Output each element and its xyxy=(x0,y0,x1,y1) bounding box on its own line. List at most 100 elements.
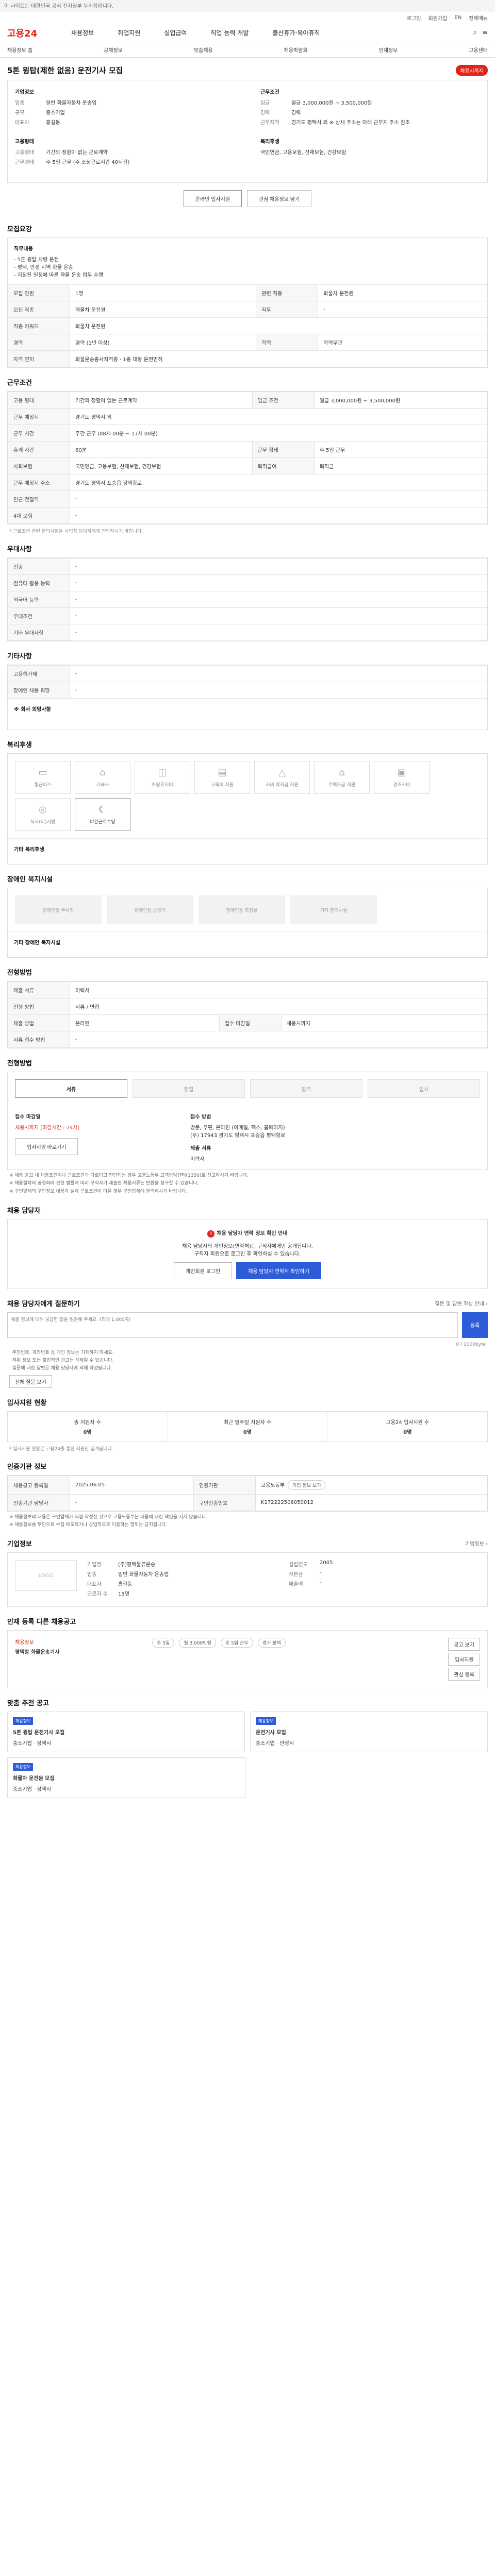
summary-kv: 임금 월급 3,000,000원 ~ 3,500,000원 xyxy=(260,98,477,106)
qa-bullet: · 질문에 대한 답변은 채용 담당자에 의해 작성됩니다. xyxy=(9,1366,112,1371)
table-key: 임금 조건 xyxy=(252,392,315,409)
similar-card[interactable]: 채용정보 운전기사 모집 중소기업 · 안성시 xyxy=(250,1711,488,1753)
table-row: 모집 인원 1명 관련 직종 화물차 운전원 xyxy=(8,284,487,301)
stats-note: * 입사지원 현황은 고용24를 통한 지원만 집계됩니다. xyxy=(9,1446,113,1452)
table-key: 채용공고 등록일 xyxy=(8,1475,70,1495)
site-logo[interactable]: 고용24 xyxy=(7,26,69,40)
step-pass: 합격 xyxy=(250,1079,362,1098)
nav-unemployment-benefit[interactable]: 실업급여 xyxy=(162,28,189,37)
welfare-label: 식사(비)지원 xyxy=(30,820,56,825)
contact-reveal-button[interactable]: 채용 담당자 연락처 확인하기 xyxy=(236,1262,321,1279)
scrap-button[interactable]: 관심 채용정보 담기 xyxy=(247,190,312,207)
other-job-main[interactable]: 채용정보 평택항 화물운송기사 xyxy=(15,1638,139,1681)
table-key: 직종 키워드 xyxy=(8,317,70,334)
contact-warn-row: ! 채용 담당자 연락 정보 확인 안내 xyxy=(17,1229,478,1238)
summary-kv: 근무지역 경기도 평택시 외 ※ 상세 주소는 아래 근무지 주소 참조 xyxy=(260,118,477,126)
section-title-registration: 인증기관 정보 xyxy=(7,1463,47,1471)
qa-counter: 0 / 1000byte xyxy=(456,1342,486,1347)
table-value: 경력 (1년 이상) xyxy=(69,334,257,351)
stat-value: 0명 xyxy=(243,1429,252,1435)
apply-deadline-block: 접수 마감일 채용시까지 (마감시간 : 24시) 입사지원 바로가기 xyxy=(15,1112,170,1162)
subnav-center[interactable]: 고용센터 xyxy=(469,46,488,54)
table-key: 근무 시간 xyxy=(8,425,70,442)
job-duty-block: 직무내용 - 5톤 윙탑 차량 운전 - 평택, 안성 지역 화물 운송 - 지… xyxy=(8,238,487,284)
summary-conditions-title: 근무조건 xyxy=(260,90,279,95)
subnav-home[interactable]: 채용정보 홈 xyxy=(7,46,32,54)
table-key: 제출 방법 xyxy=(8,1014,70,1031)
company-value: 홍길동 xyxy=(118,1582,133,1588)
nav-parental-leave[interactable]: 출산휴가·육아휴직 xyxy=(270,28,322,37)
apply-shortcut-button[interactable]: 입사지원 바로가기 xyxy=(15,1138,78,1155)
qa-guide-link[interactable]: 질문 및 답변 작성 안내 › xyxy=(435,1299,488,1307)
nav-jobs[interactable]: 채용정보 xyxy=(69,28,96,37)
company-key: 매출액 xyxy=(289,1582,303,1588)
table-row: 고용허가제 - xyxy=(8,665,487,682)
table-row: 컴퓨터 활용 능력 - xyxy=(8,574,487,591)
stat-label: 고용24 입사지원 수 xyxy=(386,1419,430,1426)
search-icon[interactable]: ⌕ xyxy=(473,29,477,37)
table-key: 전공 xyxy=(8,558,70,575)
summary-kv: 경력 경력 xyxy=(260,108,477,116)
summary-key: 업종 xyxy=(15,100,25,106)
other-job-view-button[interactable]: 공고 보기 xyxy=(448,1638,480,1651)
table-value: 온라인 xyxy=(70,1014,220,1031)
table-key: 경력 xyxy=(8,334,70,351)
company-info-button[interactable]: 기업 정보 보기 xyxy=(288,1480,326,1490)
subnav-talent[interactable]: 인재정보 xyxy=(378,46,398,54)
disability-other-title: 기타 장애인 복지시설 xyxy=(14,940,60,946)
table-row: 제출 서류 이력서 xyxy=(8,981,487,998)
nav-employment-support[interactable]: 취업지원 xyxy=(116,28,142,37)
company-kv: 매출액 - xyxy=(289,1580,480,1587)
company-more-link[interactable]: 기업정보 › xyxy=(465,1539,488,1547)
welfare-box: ▭ 통근버스 ⌂ 기숙사 ◫ 차량유지비 ▤ 교육비 지원 △ 자녀 학자금 지원 ⌂ 주택… xyxy=(7,753,488,865)
pref-table: 전공 - 컴퓨터 활용 능력 - 외국어 능력 - 우대조건 - 기타 우대사항 - xyxy=(8,558,487,641)
qa-all-button[interactable]: 전체 질문 보기 xyxy=(9,1375,52,1388)
subnav-custom[interactable]: 맞춤채용 xyxy=(194,46,213,54)
similar-card[interactable]: 채용정보 화물차 운전원 모집 중소기업 · 평택시 xyxy=(7,1757,245,1799)
subnav-fair[interactable]: 채용박람회 xyxy=(284,46,308,54)
welfare-item: ⌂ 기숙사 xyxy=(75,761,130,794)
table-row: 근무 시간 주간 근무 (08시 00분 ~ 17시 00분) xyxy=(8,425,487,442)
company-value: 15명 xyxy=(118,1591,129,1598)
qa-bullet: · 허위 정보 또는 불법적인 광고는 삭제될 수 있습니다. xyxy=(9,1358,114,1364)
similar-cards-row2: 채용정보 화물차 운전원 모집 중소기업 · 평택시 xyxy=(7,1757,488,1799)
similar-card-company: 중소기업 · 평택시 xyxy=(13,1741,51,1747)
section-title-disability: 장애인 복지시설 xyxy=(7,876,53,884)
summary-company-title: 기업정보 xyxy=(15,90,34,95)
subnav-public[interactable]: 공채정보 xyxy=(104,46,123,54)
welfare-item: ▭ 통근버스 xyxy=(15,761,71,794)
company-value: - xyxy=(320,1580,322,1586)
bus-icon: ▭ xyxy=(38,767,47,778)
util-link-language[interactable]: EN xyxy=(454,15,461,21)
table-value: 퇴직금 xyxy=(314,457,488,474)
stat-item: 총 지원자 수 0명 xyxy=(8,1411,168,1442)
menu-icon[interactable]: ≡ xyxy=(482,29,488,37)
section-title-selection: 전형방법 xyxy=(7,969,32,977)
etc-box: 고용허가제 - 장애인 채용 희망 - ※ 회사 희망사항 xyxy=(7,665,488,730)
other-job-apply-button[interactable]: 입사지원 xyxy=(448,1653,480,1666)
similar-card-empty xyxy=(251,1757,488,1798)
member-login-button[interactable]: 개인회원 로그인 xyxy=(174,1262,233,1279)
disability-other: 기타 장애인 복지시설 xyxy=(8,931,487,957)
table-value: - xyxy=(70,682,487,699)
nav-vocational-training[interactable]: 직업 능력 개발 xyxy=(209,28,251,37)
util-link-signup[interactable]: 회원가입 xyxy=(428,14,448,22)
apply-online-button[interactable]: 온라인 입사지원 xyxy=(183,190,242,207)
qa-textarea[interactable] xyxy=(7,1312,458,1338)
table-value: 월급 3,000,000원 ~ 3,500,000원 xyxy=(314,392,488,409)
recruit-table: 모집 인원 1명 관련 직종 화물차 운전원 모집 직종 화물차 운전원 직무 - 직종 키… xyxy=(8,284,487,367)
similar-card-tag: 채용정보 xyxy=(13,1717,34,1725)
stat-value: 0명 xyxy=(83,1429,92,1435)
qa-send-button[interactable]: 등록 xyxy=(462,1312,488,1338)
table-key: 4대 보험 xyxy=(8,507,70,524)
stat-label: 총 지원자 수 xyxy=(74,1419,101,1426)
util-link-all-menu[interactable]: 전체메뉴 xyxy=(469,14,488,22)
table-row: 고용 형태 기간의 정함이 없는 근로계약 임금 조건 월급 3,000,000원 ~… xyxy=(8,392,488,409)
similar-card[interactable]: 채용정보 5톤 윙탑 운전기사 모집 중소기업 · 평택시 xyxy=(7,1711,245,1753)
other-job-scrap-button[interactable]: 관심 등록 xyxy=(448,1668,480,1681)
table-row: 전형 방법 서류 / 면접 xyxy=(8,998,487,1015)
util-link-login[interactable]: 로그인 xyxy=(407,14,421,22)
summary-value: 국민연금, 고용보험, 산재보험, 건강보험 xyxy=(260,150,346,156)
company-key: 설립연도 xyxy=(289,1562,308,1568)
book-icon: ▤ xyxy=(218,767,227,778)
